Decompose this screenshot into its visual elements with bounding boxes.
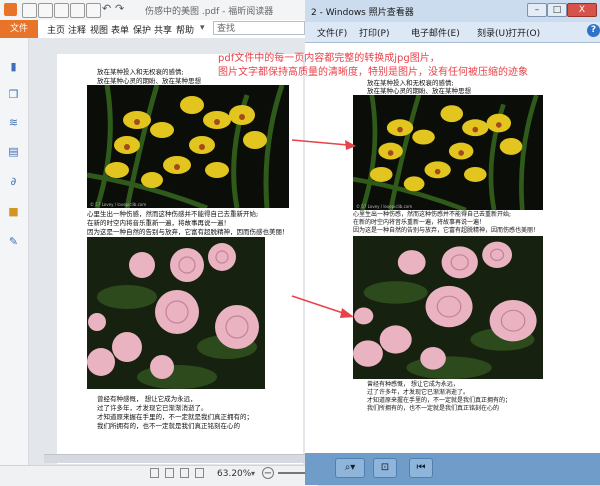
layers-icon[interactable]: ≋ xyxy=(7,116,20,129)
menu-email[interactable]: 电子邮件(E) xyxy=(411,26,460,39)
comments-icon[interactable]: ▤ xyxy=(7,145,20,158)
maximize-button[interactable]: □ xyxy=(547,3,567,17)
zoom-out-button[interactable]: − xyxy=(262,467,274,479)
annotation-line-2: 图片文字都保持高质量的清晰度，特别是图片，没有任何被压缩的迹象 xyxy=(218,67,528,78)
end-line-2: 过了许多年，才发现它已渐渐消逝了。 xyxy=(97,404,208,412)
bookmark-icon[interactable]: ▮ xyxy=(7,60,20,73)
actual-size-icon[interactable]: ⊡ xyxy=(373,458,397,478)
attachment-icon[interactable]: ∂ xyxy=(7,175,20,188)
middle-line-3: 因为这是一种自然的告别与放弃，它富有超脱精神，因而伤感也美丽！ xyxy=(87,228,289,236)
zoom-dropdown-icon[interactable]: ▾ xyxy=(251,469,255,478)
viewer-middle-line-3: 因为这是一种自然的告别与放弃，它富有超脱精神，因而伤感也美丽！ xyxy=(353,227,540,234)
security-lock-icon[interactable]: ■ xyxy=(7,205,20,218)
tab-help[interactable]: 帮助 xyxy=(176,23,194,36)
menu-print[interactable]: 打印(P) xyxy=(359,26,389,39)
viewer-image-caption: © 57 Lovey / lovepiclib.com xyxy=(356,204,413,209)
undo-icon[interactable]: ↶ xyxy=(102,2,111,15)
annotation-line-1: pdf文件中的每一页内容都完整的转换成jpg图片， xyxy=(218,53,440,64)
end-line-3: 才知道原来握在手里的，不一定就是我们真正拥有的； xyxy=(97,413,253,421)
arrow-bottom-icon xyxy=(291,295,354,318)
foxit-left-sidebar xyxy=(0,38,29,473)
file-tab[interactable]: 文件 xyxy=(0,20,38,38)
zoom-level[interactable]: 63.20% xyxy=(217,469,251,479)
help-icon[interactable]: ? xyxy=(587,24,600,37)
arrow-top-icon xyxy=(291,139,356,150)
close-button[interactable]: X xyxy=(567,3,597,17)
tab-protect[interactable]: 保护 xyxy=(133,23,151,36)
print-icon[interactable] xyxy=(54,3,69,18)
roses-photo xyxy=(87,237,265,389)
orchid-photo: © 57 Lovey / lovepiclib.com xyxy=(87,85,289,208)
foxit-window-title: 伤感中的美图 .pdf - 福昕阅读器 xyxy=(145,7,274,17)
zoom-magnifier-icon[interactable]: ⌕▾ xyxy=(335,458,365,478)
single-page-view-icon[interactable] xyxy=(150,468,159,478)
end-line-4: 我们所拥有的，也不一定就是我们真正铭刻在心的 xyxy=(97,422,240,430)
foxit-logo-icon xyxy=(4,3,17,16)
tab-share[interactable]: 共享 xyxy=(154,23,172,36)
search-input[interactable]: 查找 xyxy=(213,21,305,35)
viewer-roses-photo xyxy=(353,236,543,379)
ribbon-collapse-icon[interactable]: ▾ xyxy=(200,23,205,33)
save-icon[interactable] xyxy=(38,3,53,18)
intro-line-1: 放在某种投入和无权衰的感情; xyxy=(97,68,184,76)
middle-line-2: 在新的时空内将音乐重新一遍，将故事再说一遍！ xyxy=(87,219,230,227)
signature-icon[interactable]: ✎ xyxy=(7,235,20,248)
photo-display-area: 放在某种投入和无权衰的感情; 放在某种心灵的期盼、放在某种思想 © 57 Lov… xyxy=(305,43,600,453)
open-icon[interactable] xyxy=(22,3,37,18)
image-caption: © 57 Lovey / lovepiclib.com xyxy=(90,202,147,207)
continuous-view-icon[interactable] xyxy=(165,468,174,478)
viewer-orchid-photo: © 57 Lovey / lovepiclib.com xyxy=(353,95,543,210)
menu-open[interactable]: 打开(O) xyxy=(508,26,540,39)
pages-icon[interactable]: ❐ xyxy=(7,88,20,101)
tab-home[interactable]: 主页 xyxy=(47,23,65,36)
horizontal-scrollbar[interactable] xyxy=(44,454,306,463)
tab-comment[interactable]: 注释 xyxy=(68,23,86,36)
tab-form[interactable]: 表单 xyxy=(111,23,129,36)
photo-viewer-window-title: 2 - Windows 照片查看器 xyxy=(311,8,414,18)
middle-line-1: 心里生出一种伤感，然而这种伤感并不能得自己去重新开始; xyxy=(87,210,259,218)
redo-icon[interactable]: ↷ xyxy=(115,2,124,15)
facing-view-icon[interactable] xyxy=(180,468,189,478)
previous-icon[interactable]: ⏮ xyxy=(409,458,433,478)
pdf-page: 放在某种投入和无权衰的感情; 放在某种心灵的期盼、放在某种思想 © 57 Lov… xyxy=(57,54,303,464)
tab-view[interactable]: 视图 xyxy=(90,23,108,36)
menu-file[interactable]: 文件(F) xyxy=(317,26,347,39)
end-line-1: 曾经有种感慨， 想让它成为永远， xyxy=(97,395,197,403)
minimize-button[interactable]: – xyxy=(527,3,547,17)
viewer-end-line-4: 我们所拥有的，也不一定就是我们真正铭刻在心的 xyxy=(367,405,500,412)
select-tool-icon[interactable] xyxy=(86,3,101,18)
continuous-facing-view-icon[interactable] xyxy=(195,468,204,478)
hand-tool-icon[interactable] xyxy=(70,3,85,18)
menu-burn[interactable]: 刻录(U) xyxy=(477,26,509,39)
